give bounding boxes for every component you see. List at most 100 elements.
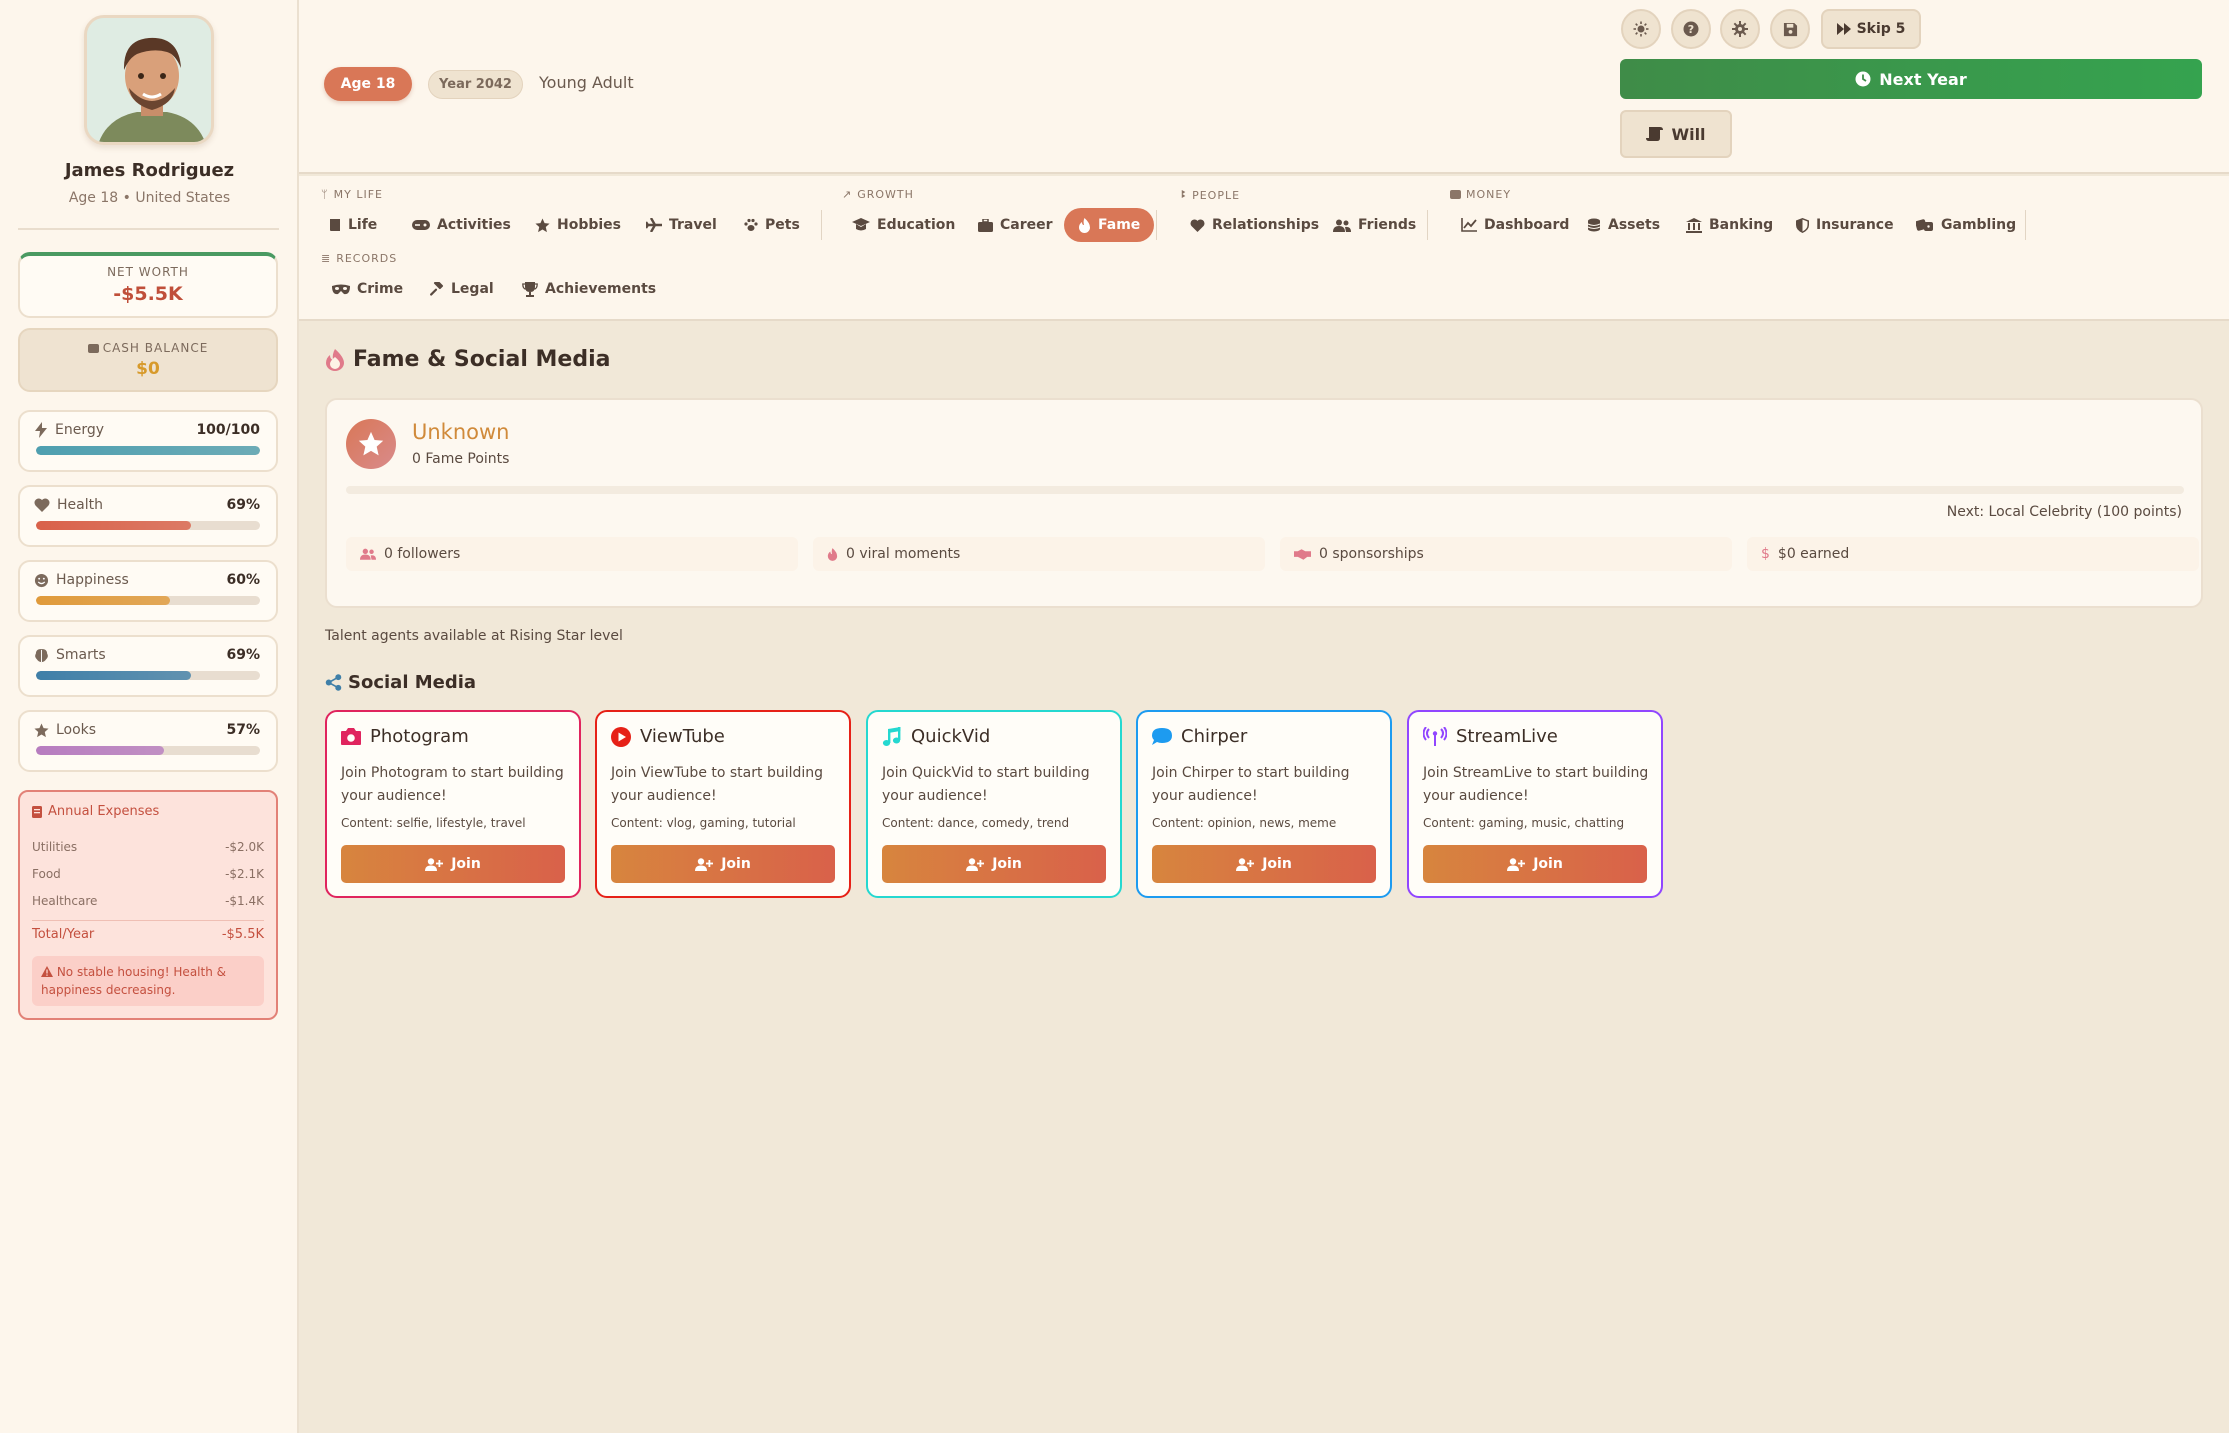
nav-education[interactable]: Education — [846, 208, 961, 242]
next-year-button[interactable]: Next Year — [1620, 59, 2202, 99]
annual-expenses-panel: Annual Expenses Utilities -$2.0K Food -$2.… — [18, 790, 278, 1020]
nav-pets[interactable]: Pets — [738, 208, 806, 242]
nav-activities[interactable]: Activities — [406, 208, 517, 242]
nav-legal[interactable]: Legal — [423, 272, 500, 306]
platform-content-types: Content: opinion, news, meme — [1152, 816, 1337, 830]
user-plus-icon — [1507, 857, 1526, 871]
join-streamlive-button[interactable]: Join — [1423, 845, 1647, 883]
smile-icon — [34, 573, 49, 587]
nav-relationships[interactable]: Relationships — [1184, 208, 1325, 242]
brain-icon — [35, 648, 48, 662]
stat-bar-fill — [36, 521, 191, 530]
nav-divider — [1156, 210, 1157, 240]
next-fame-level: Next: Local Celebrity (100 points) — [1946, 504, 2182, 520]
broadcast-icon — [1423, 727, 1447, 746]
platform-name: StreamLive — [1456, 726, 1558, 747]
stat-happiness: Happiness 60% — [18, 560, 278, 622]
stat-energy: Energy 100/100 — [18, 410, 278, 472]
sun-button[interactable] — [1621, 9, 1661, 49]
star-icon — [34, 722, 49, 737]
join-chirper-button[interactable]: Join — [1152, 845, 1376, 883]
trophy-icon — [522, 281, 538, 297]
stat-bar — [36, 446, 260, 455]
nav-banking[interactable]: Banking — [1680, 208, 1779, 242]
nav-divider — [2025, 210, 2026, 240]
users-icon — [360, 548, 376, 560]
join-photogram-button[interactable]: Join — [341, 845, 565, 883]
nav-friends[interactable]: Friends — [1327, 208, 1422, 242]
stat-label: Happiness — [56, 572, 129, 588]
expense-total-label: Total/Year — [32, 927, 95, 942]
fame-status-card: Unknown 0 Fame Points Next: Local Celebr… — [325, 398, 2203, 608]
wallet-icon — [87, 344, 99, 353]
heart-icon — [34, 498, 50, 512]
expense-label: Utilities — [32, 839, 78, 854]
list-icon: ≣ — [321, 252, 332, 265]
stat-bar — [36, 596, 260, 605]
stat-bar-fill — [36, 446, 260, 455]
dice-icon — [1916, 219, 1933, 231]
bank-icon — [1686, 217, 1702, 233]
sprout-icon: ᛘ — [321, 188, 329, 201]
lightning-icon — [35, 422, 47, 438]
nav-hobbies[interactable]: Hobbies — [529, 208, 627, 242]
book-icon — [330, 219, 340, 231]
handshake-icon — [1294, 548, 1311, 560]
nav-life[interactable]: Life — [323, 208, 383, 242]
will-button[interactable]: Will — [1620, 110, 1732, 158]
net-worth-card: NET WORTH -$5.5K — [18, 252, 278, 318]
nav-achievements[interactable]: Achievements — [516, 272, 662, 306]
star-icon — [358, 431, 384, 456]
stat-value: 60% — [226, 572, 260, 588]
sun-icon — [1633, 21, 1649, 37]
camera-icon — [341, 728, 361, 745]
nav-group-records: ≣ RECORDS — [321, 252, 398, 265]
divider — [18, 228, 279, 230]
expense-value: -$2.1K — [225, 866, 264, 881]
trend-up-icon: ↗ — [842, 188, 853, 201]
nav-travel[interactable]: Travel — [640, 208, 723, 242]
music-note-icon — [882, 726, 901, 746]
skip-5-button[interactable]: Skip 5 — [1821, 9, 1921, 49]
net-worth-value: -$5.5K — [113, 283, 183, 305]
join-quickvid-button[interactable]: Join — [882, 845, 1106, 883]
platform-description: Join StreamLive to start building your a… — [1423, 765, 1649, 804]
platform-name: QuickVid — [911, 726, 991, 747]
settings-button[interactable] — [1720, 9, 1760, 49]
nav-group-growth: ↗ GROWTH — [842, 188, 914, 201]
nav-gambling[interactable]: Gambling — [1910, 208, 2022, 242]
nav-insurance[interactable]: Insurance — [1790, 208, 1900, 242]
followers-stat: 0 followers — [346, 537, 798, 571]
cash-balance-card: CASH BALANCE $0 — [18, 328, 278, 392]
social-media-heading: Social Media — [325, 672, 476, 693]
nav-group-money: MONEY — [1450, 188, 1511, 201]
avatar[interactable] — [84, 15, 214, 145]
speech-bubble-icon — [1152, 727, 1172, 745]
people-icon: ꔪ — [1181, 188, 1188, 201]
line-chart-icon — [1461, 218, 1477, 232]
paw-icon — [744, 218, 758, 231]
stat-health: Health 69% — [18, 485, 278, 547]
stat-value: 57% — [226, 722, 260, 738]
user-plus-icon — [1236, 857, 1255, 871]
stat-bar-fill — [36, 671, 191, 680]
wallet-icon — [1450, 190, 1461, 199]
save-button[interactable] — [1770, 9, 1810, 49]
sidebar: James Rodriguez Age 18 • United States N… — [0, 0, 299, 1433]
dollar-icon: $ — [1761, 546, 1770, 562]
gavel-icon — [430, 281, 444, 296]
receipt-icon — [32, 805, 42, 818]
warning-text: No stable housing! Health & happiness de… — [41, 965, 226, 997]
nav-divider — [1427, 210, 1428, 240]
scroll-icon — [1646, 127, 1664, 141]
nav-crime[interactable]: Crime — [326, 272, 409, 306]
nav-career[interactable]: Career — [972, 208, 1059, 242]
fire-icon — [1079, 217, 1090, 233]
briefcase-icon — [978, 218, 993, 232]
nav-dashboard[interactable]: Dashboard — [1455, 208, 1575, 242]
join-viewtube-button[interactable]: Join — [611, 845, 835, 883]
nav-assets[interactable]: Assets — [1581, 208, 1666, 242]
platform-content-types: Content: gaming, music, chatting — [1423, 816, 1625, 830]
help-button[interactable]: ? — [1671, 9, 1711, 49]
nav-fame[interactable]: Fame — [1064, 208, 1155, 242]
